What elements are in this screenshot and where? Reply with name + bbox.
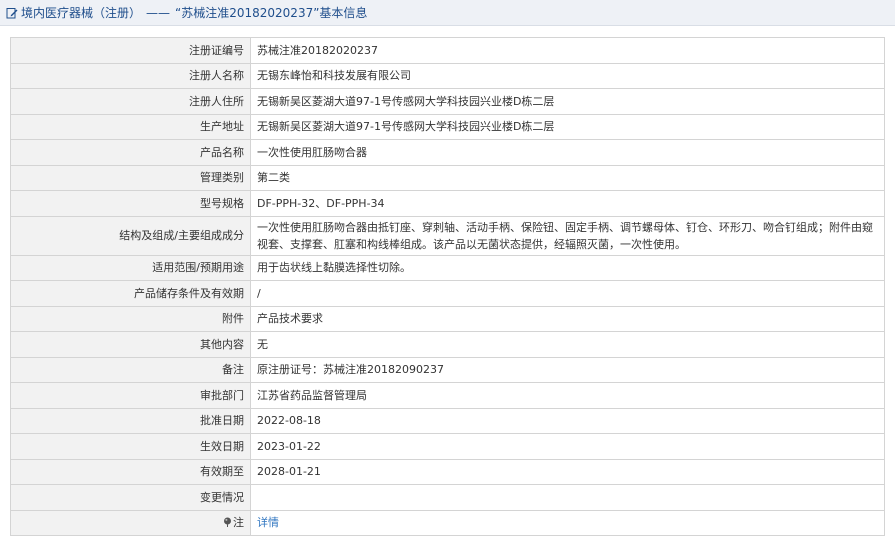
table-row: 注册人名称 无锡东峰怡和科技发展有限公司 [10, 62, 885, 89]
row-label: 产品储存条件及有效期 [10, 280, 251, 307]
page-title: “苏械注准20182020237”基本信息 [175, 6, 368, 20]
table-row: 生产地址 无锡新吴区菱湖大道97-1号传感网大学科技园兴业楼D栋二层 [10, 113, 885, 140]
table-row: 注册人住所 无锡新吴区菱湖大道97-1号传感网大学科技园兴业楼D栋二层 [10, 88, 885, 115]
row-value: 无锡新吴区菱湖大道97-1号传感网大学科技园兴业楼D栋二层 [250, 88, 885, 115]
table-row: 管理类别 第二类 [10, 164, 885, 191]
row-label: 管理类别 [10, 164, 251, 191]
row-value: DF-PPH-32、DF-PPH-34 [250, 190, 885, 217]
row-label: 变更情况 [10, 484, 251, 511]
row-value: 一次性使用肛肠吻合器 [250, 139, 885, 166]
table-row: 结构及组成/主要组成成分 一次性使用肛肠吻合器由抵钉座、穿刺轴、活动手柄、保险钮… [10, 215, 885, 256]
row-value: 第二类 [250, 164, 885, 191]
table-row: 型号规格 DF-PPH-32、DF-PPH-34 [10, 190, 885, 217]
details-link[interactable]: 详情 [257, 516, 279, 529]
row-label: 备注 [10, 356, 251, 383]
row-value: 江苏省药品监督管理局 [250, 382, 885, 409]
row-value: / [250, 280, 885, 307]
pin-icon [223, 517, 232, 527]
table-row: 备注 原注册证号：苏械注准20182090237 [10, 356, 885, 383]
row-label: 批准日期 [10, 407, 251, 434]
row-label: 注册人名称 [10, 62, 251, 89]
header-separator: —— [146, 5, 171, 20]
row-value: 原注册证号：苏械注准20182090237 [250, 356, 885, 383]
row-label: 结构及组成/主要组成成分 [10, 215, 251, 256]
table-row: 注册证编号 苏械注准20182020237 [10, 37, 885, 64]
row-value: 无 [250, 331, 885, 358]
row-label: 型号规格 [10, 190, 251, 217]
row-value [250, 484, 885, 511]
row-label: 注册人住所 [10, 88, 251, 115]
note-value-cell: 详情 [250, 509, 885, 536]
row-label: 注册证编号 [10, 37, 251, 64]
table-row: 变更情况 [10, 484, 885, 511]
table-row: 附件 产品技术要求 [10, 305, 885, 332]
row-label: 附件 [10, 305, 251, 332]
table-row: 审批部门 江苏省药品监督管理局 [10, 382, 885, 409]
row-label: 生产地址 [10, 113, 251, 140]
table-row: 适用范围/预期用途 用于齿状线上黏膜选择性切除。 [10, 254, 885, 281]
table-row: 其他内容 无 [10, 331, 885, 358]
row-label: 其他内容 [10, 331, 251, 358]
table-row: 生效日期 2023-01-22 [10, 433, 885, 460]
row-value: 无锡东峰怡和科技发展有限公司 [250, 62, 885, 89]
row-value: 2028-01-21 [250, 458, 885, 485]
row-label: 适用范围/预期用途 [10, 254, 251, 281]
row-label: 有效期至 [10, 458, 251, 485]
note-label: 注 [223, 514, 244, 531]
row-value: 2023-01-22 [250, 433, 885, 460]
row-value: 苏械注准20182020237 [250, 37, 885, 64]
header-category: 境内医疗器械（注册） [21, 6, 142, 20]
table-row: 产品名称 一次性使用肛肠吻合器 [10, 139, 885, 166]
note-row: 注 详情 [10, 509, 885, 536]
row-label: 产品名称 [10, 139, 251, 166]
note-label-text: 注 [233, 515, 244, 529]
edit-icon [6, 7, 18, 19]
row-value: 无锡新吴区菱湖大道97-1号传感网大学科技园兴业楼D栋二层 [250, 113, 885, 140]
row-value: 用于齿状线上黏膜选择性切除。 [250, 254, 885, 281]
row-value: 一次性使用肛肠吻合器由抵钉座、穿刺轴、活动手柄、保险钮、固定手柄、调节螺母体、钉… [250, 215, 885, 256]
page-header: 境内医疗器械（注册） —— “苏械注准20182020237”基本信息 [0, 0, 895, 26]
row-value: 产品技术要求 [250, 305, 885, 332]
note-label-cell: 注 [10, 509, 251, 536]
table-row: 有效期至 2028-01-21 [10, 458, 885, 485]
table-row: 产品储存条件及有效期 / [10, 280, 885, 307]
row-label: 生效日期 [10, 433, 251, 460]
row-value: 2022-08-18 [250, 407, 885, 434]
row-label: 审批部门 [10, 382, 251, 409]
info-table: 注册证编号 苏械注准20182020237 注册人名称 无锡东峰怡和科技发展有限… [10, 37, 885, 536]
table-row: 批准日期 2022-08-18 [10, 407, 885, 434]
